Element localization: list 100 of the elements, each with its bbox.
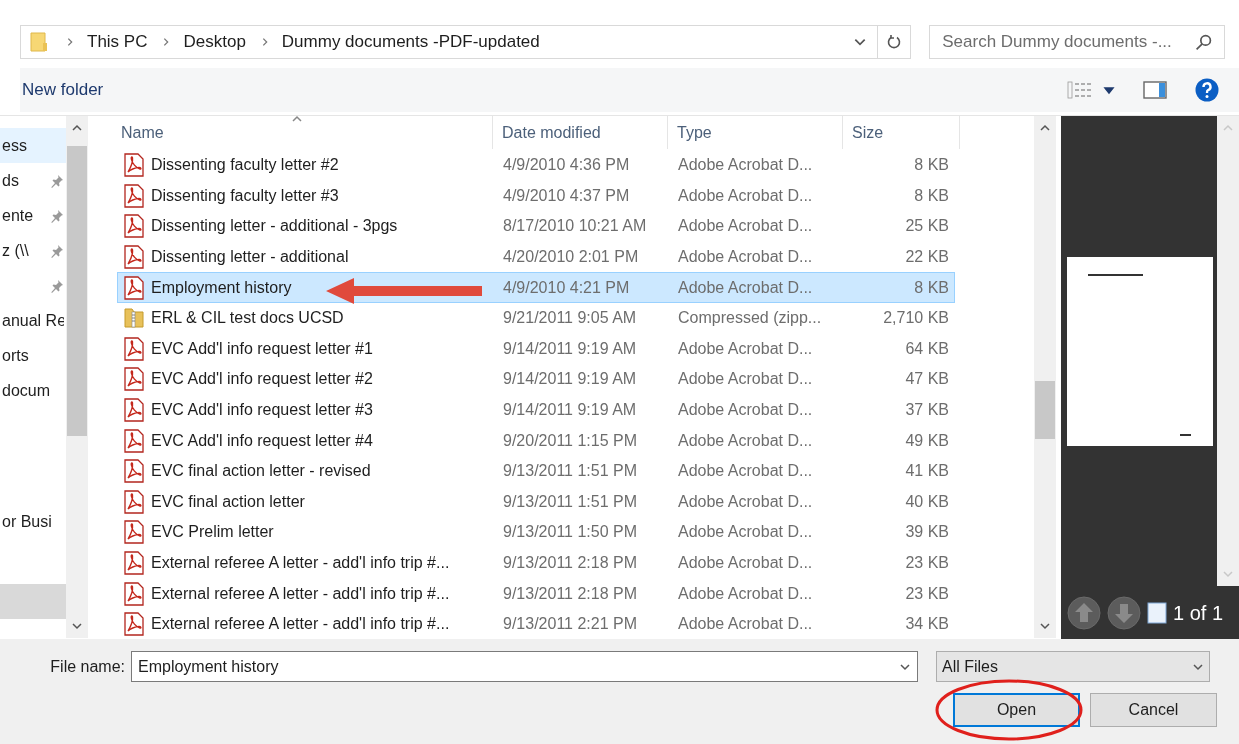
nav-item-label: ess [2, 135, 27, 156]
file-row[interactable]: EVC final action letter - revised 9/13/2011 1:51 PM Adobe Acrobat D... 41 KB [117, 455, 955, 487]
date-modified: 9/20/2011 1:15 PM [502, 430, 639, 451]
file-name-input[interactable]: Employment history [138, 654, 899, 679]
date-modified: 4/9/2010 4:21 PM [502, 277, 631, 298]
file-row[interactable]: Dissenting letter - additional 4/20/2010 2:01 PM Adobe Acrobat D... 22 KB [117, 241, 955, 273]
file-type: Adobe Acrobat D... [677, 491, 814, 512]
file-row[interactable]: Dissenting faculty letter #3 4/9/2010 4:37 PM Adobe Acrobat D... 8 KB [117, 180, 955, 212]
file-size: 64 KB [904, 338, 949, 359]
file-type-dropdown[interactable]: All Files [936, 651, 1210, 682]
scrollbar-thumb[interactable] [1035, 381, 1055, 439]
pdf-file-icon [123, 153, 145, 178]
nav-item[interactable]: z (\\ [0, 233, 66, 268]
pdf-file-icon [123, 275, 145, 300]
column-header[interactable]: Size [843, 116, 960, 149]
file-name: Dissenting letter - additional - 3pgs [151, 216, 398, 237]
file-size: 34 KB [904, 614, 949, 635]
refresh-icon[interactable] [886, 34, 903, 50]
file-type: Adobe Acrobat D... [677, 185, 814, 206]
file-name: Dissenting faculty letter #2 [151, 155, 339, 176]
file-size: 25 KB [904, 216, 949, 237]
next-page-icon[interactable] [1107, 596, 1141, 630]
file-row[interactable]: Employment history 4/9/2010 4:21 PM Adobe Acrobat D... 8 KB [117, 272, 955, 303]
pdf-file-icon [123, 245, 145, 270]
file-name: EVC Prelim letter [151, 522, 274, 543]
file-size: 8 KB [913, 155, 949, 176]
column-header[interactable]: Name [113, 116, 493, 149]
file-type: Adobe Acrobat D... [677, 277, 814, 298]
file-type: Adobe Acrobat D... [677, 614, 814, 635]
file-row[interactable]: ERL & CIL test docs UCSD 9/21/2011 9:05 AM Compressed (zipp... 2,710 KB [117, 302, 955, 334]
page-indicator: 1 of 1 [1173, 601, 1224, 626]
search-field[interactable]: Search Dummy documents -... [929, 25, 1225, 59]
address-bar[interactable]: This PC Desktop Dummy documents -PDF-updated [20, 25, 912, 59]
pdf-file-icon [123, 581, 145, 606]
date-modified: 9/14/2011 9:19 AM [502, 369, 638, 390]
breadcrumb-item[interactable]: Desktop [183, 29, 246, 55]
file-row[interactable]: External referee A letter - add'l info trip #... 9/13/2011 2:18 PM Adobe Acrobat D... 23 KB [117, 578, 955, 609]
file-size: 40 KB [904, 491, 949, 512]
file-row[interactable]: EVC Add'l info request letter #4 9/20/2011 1:15 PM Adobe Acrobat D... 49 KB [117, 425, 955, 456]
nav-item-label: or Busi [2, 511, 52, 532]
file-row[interactable]: External referee A letter - add'l info trip #... 9/13/2011 2:18 PM Adobe Acrobat D... 23 KB [117, 547, 955, 579]
date-modified: 9/13/2011 1:51 PM [502, 491, 639, 512]
column-header[interactable]: Type [668, 116, 843, 149]
file-size: 8 KB [913, 185, 949, 206]
file-row[interactable]: EVC Add'l info request letter #1 9/14/2011 9:19 AM Adobe Acrobat D... 64 KB [117, 333, 955, 365]
date-modified: 9/13/2011 2:18 PM [502, 583, 639, 604]
preview-pane-icon[interactable] [1143, 80, 1167, 100]
dropdown-caret-icon [1103, 84, 1115, 96]
pdf-file-icon [123, 398, 145, 423]
file-size: 37 KB [904, 400, 949, 421]
file-name: EVC Add'l info request letter #2 [151, 369, 373, 390]
file-name: Dissenting letter - additional [151, 247, 349, 268]
file-row[interactable]: EVC final action letter 9/13/2011 1:51 PM Adobe Acrobat D... 40 KB [117, 486, 955, 518]
nav-item[interactable]: ds [0, 163, 66, 198]
pin-icon [50, 173, 64, 188]
file-size: 22 KB [904, 247, 949, 268]
help-icon[interactable] [1195, 78, 1219, 102]
scrollbar[interactable] [1034, 116, 1056, 638]
file-type: Adobe Acrobat D... [677, 155, 814, 176]
nav-item[interactable]: docum [0, 373, 66, 408]
file-name: EVC final action letter [151, 491, 305, 512]
breadcrumb-item[interactable]: Dummy documents -PDF-updated [281, 29, 540, 55]
scrollbar[interactable] [1217, 116, 1239, 586]
pdf-file-icon [123, 520, 145, 545]
view-options-icon[interactable] [1067, 81, 1093, 99]
file-type: Adobe Acrobat D... [677, 369, 814, 390]
dialog-button[interactable]: Cancel [1090, 693, 1217, 727]
file-row[interactable]: EVC Add'l info request letter #3 9/14/2011 9:19 AM Adobe Acrobat D... 37 KB [117, 394, 955, 426]
date-modified: 9/13/2011 1:51 PM [502, 461, 639, 482]
nav-item[interactable] [0, 584, 66, 619]
file-name: ERL & CIL test docs UCSD [151, 308, 344, 329]
nav-item[interactable]: orts [0, 338, 66, 373]
file-name: Employment history [151, 277, 292, 298]
nav-item[interactable]: ess [0, 128, 66, 163]
dialog-button[interactable]: Open [953, 693, 1080, 727]
file-size: 41 KB [904, 461, 949, 482]
column-header[interactable]: Date modified [493, 116, 668, 149]
file-row[interactable]: EVC Prelim letter 9/13/2011 1:50 PM Adobe Acrobat D... 39 KB [117, 517, 955, 548]
scrollbar[interactable] [66, 116, 88, 638]
scroll-down-icon [71, 620, 83, 632]
file-name: EVC Add'l info request letter #1 [151, 338, 373, 359]
date-modified: 9/13/2011 2:21 PM [502, 614, 639, 635]
new-folder-button[interactable]: New folder [22, 77, 104, 103]
previous-page-icon[interactable] [1067, 596, 1101, 630]
file-row[interactable]: Dissenting faculty letter #2 4/9/2010 4:36 PM Adobe Acrobat D... 8 KB [117, 150, 955, 181]
pdf-file-icon [123, 459, 145, 484]
file-type: Compressed (zipp... [677, 308, 823, 329]
breadcrumb-item[interactable]: This PC [87, 29, 148, 55]
search-input[interactable]: Search Dummy documents -... [942, 29, 1195, 55]
nav-item-label: z (\\ [2, 240, 29, 261]
nav-item[interactable]: ente [0, 198, 66, 233]
file-type: Adobe Acrobat D... [677, 400, 814, 421]
pdf-file-icon [123, 489, 145, 514]
scrollbar-thumb[interactable] [67, 146, 87, 436]
file-row[interactable]: Dissenting letter - additional - 3pgs 8/17/2010 10:21 AM Adobe Acrobat D... 25 KB [117, 211, 955, 242]
file-name-field[interactable]: Employment history [131, 651, 918, 682]
file-row[interactable]: External referee A letter - add'l info trip #... 9/13/2011 2:21 PM Adobe Acrobat D... 34 KB [117, 608, 955, 640]
file-row[interactable]: EVC Add'l info request letter #2 9/14/2011 9:19 AM Adobe Acrobat D... 47 KB [117, 364, 955, 395]
nav-item[interactable]: or Busi [0, 504, 66, 539]
file-name: EVC Add'l info request letter #3 [151, 400, 373, 421]
